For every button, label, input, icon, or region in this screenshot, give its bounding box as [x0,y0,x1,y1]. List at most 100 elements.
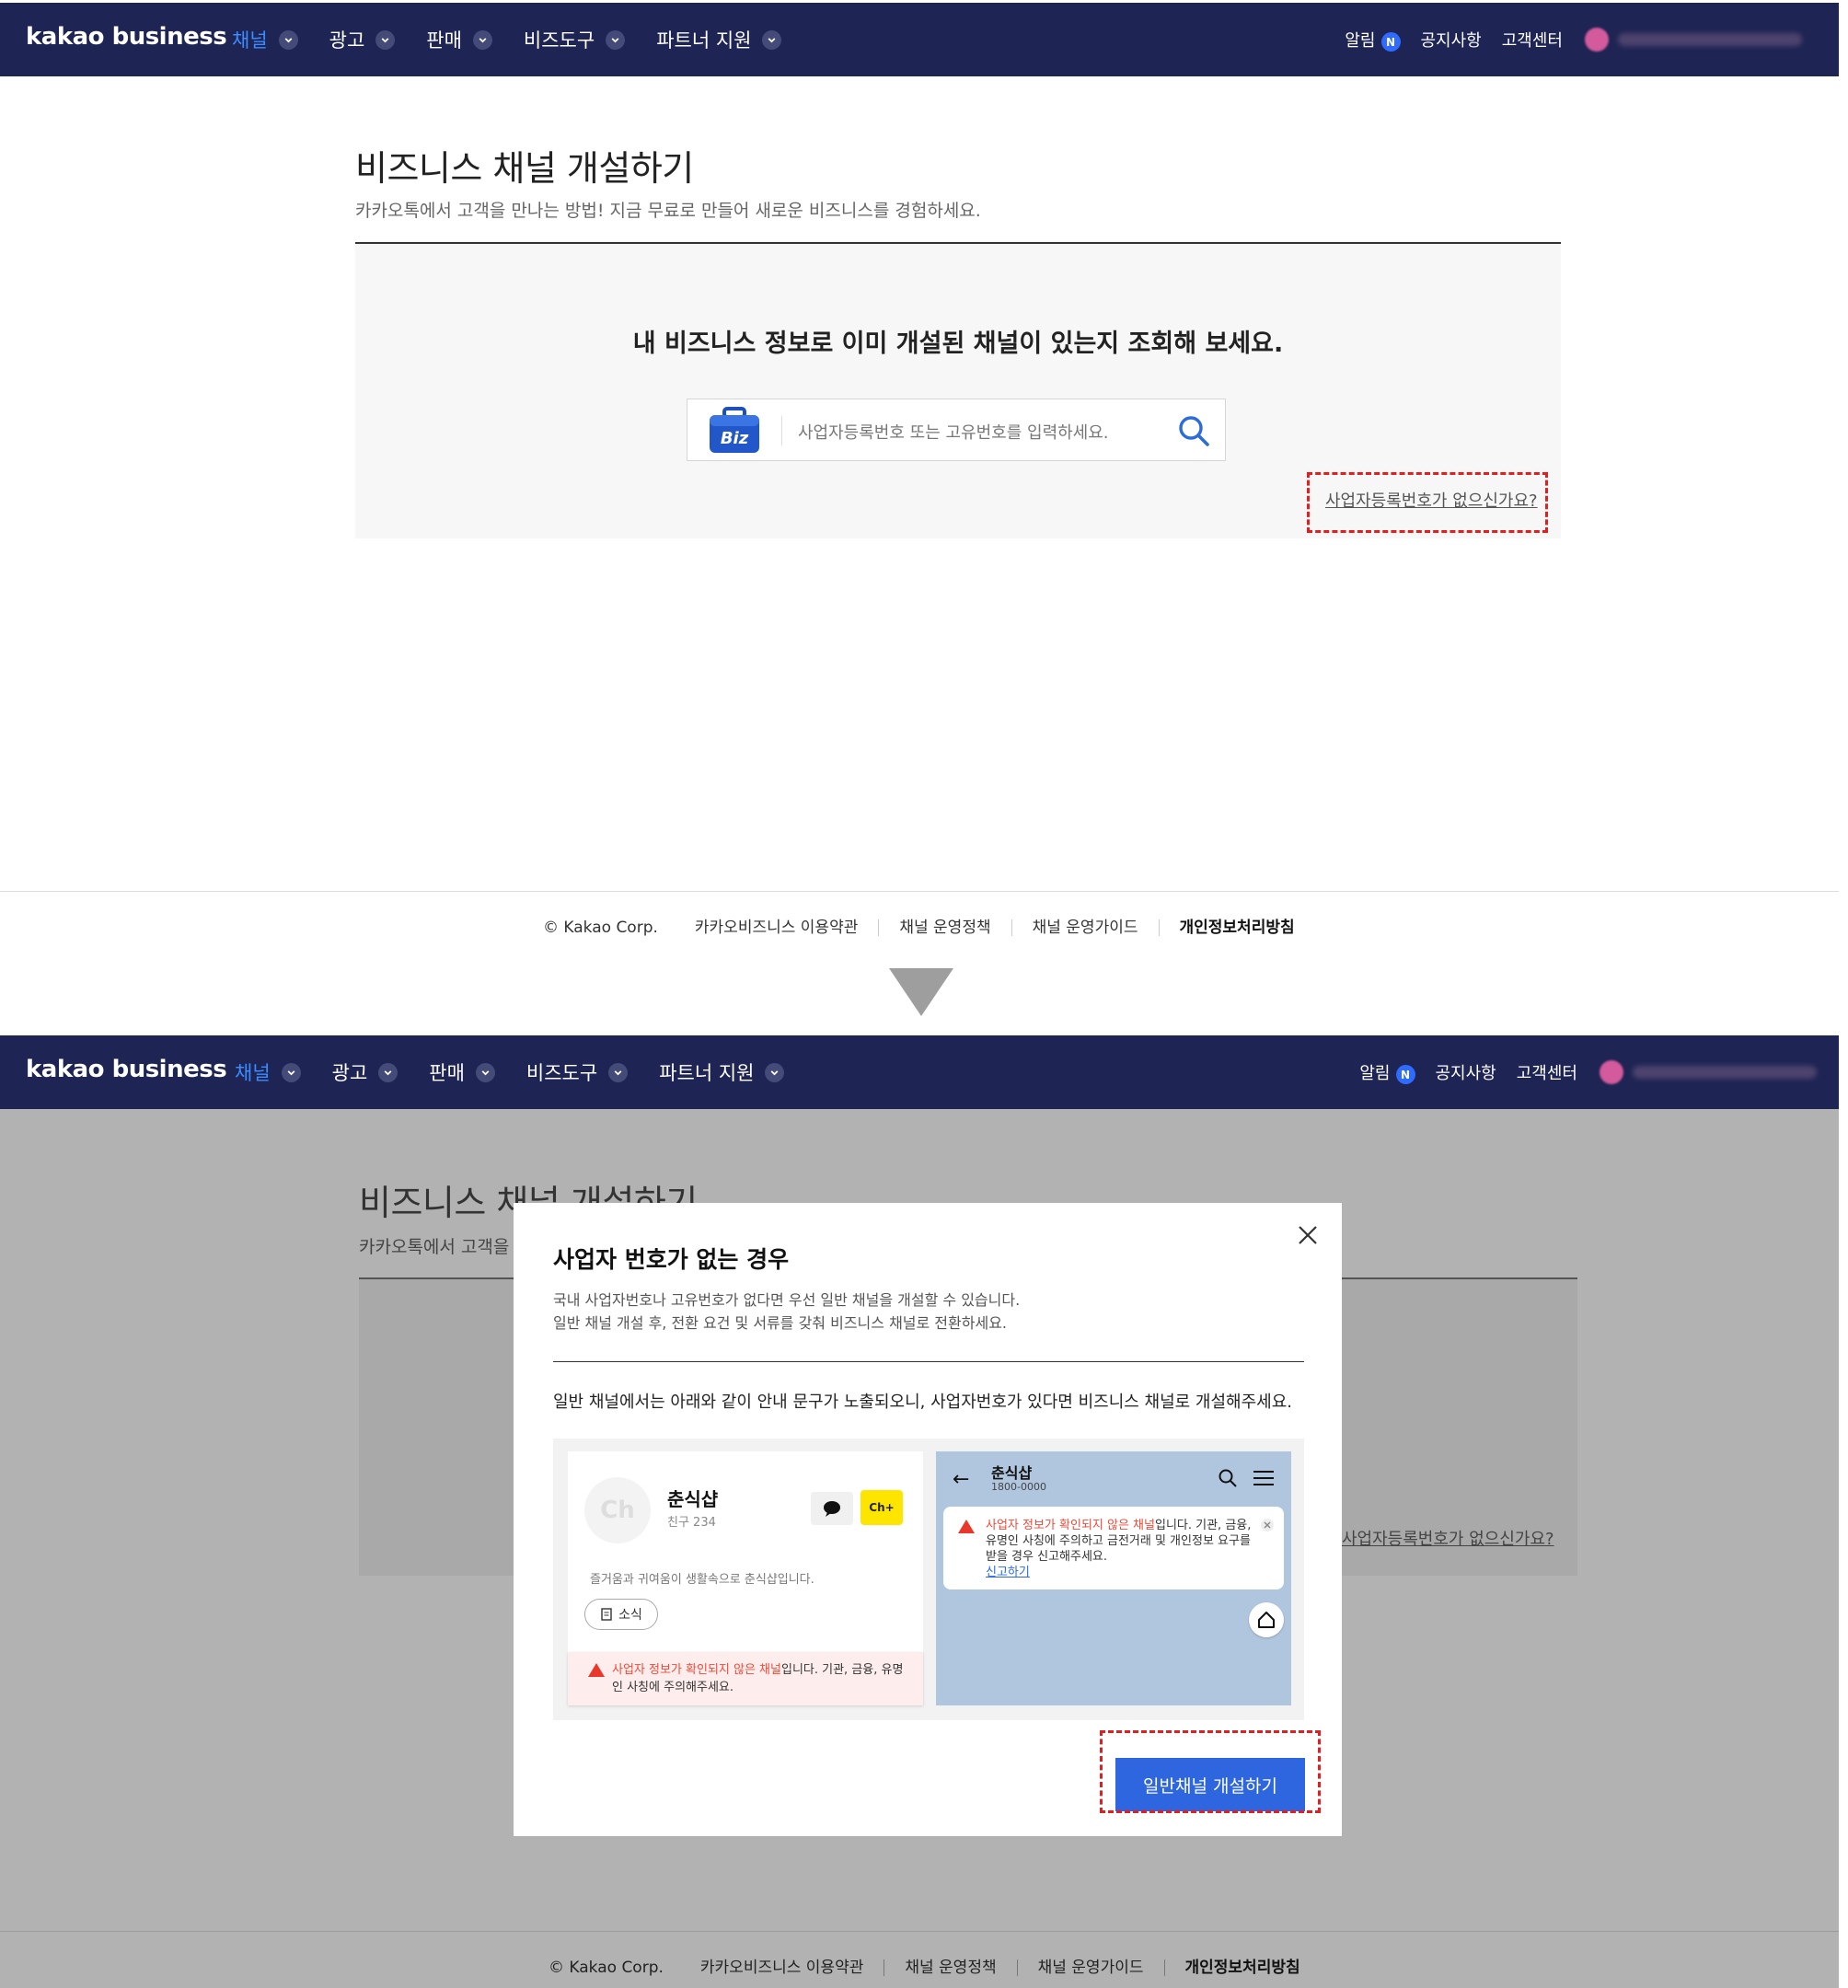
chevron-down-icon [375,29,396,50]
menu-ads[interactable]: 광고 [329,26,396,53]
biz-briefcase-icon: Biz [710,407,759,453]
footer-link-policy[interactable]: 채널 운영정책 [884,1959,1016,1976]
document-icon [601,1608,612,1621]
chevron-down-icon [378,1062,398,1082]
nav-right: 알림 N 공지사항 고객센터 [1339,1035,1817,1109]
chatroom-preview: ← 춘식샵 1800-0000 사업자 정보가 확인되지 않은 채널입니다. 기… [936,1451,1291,1705]
down-arrow-icon [889,968,953,1016]
back-arrow-icon: ← [953,1468,970,1491]
modal-description: 국내 사업자번호나 고유번호가 없다면 우선 일반 채널을 개설할 수 있습니다… [553,1289,1020,1335]
footer-link-privacy[interactable]: 개인정보처리방침 [1163,1959,1321,1976]
modal-desc-line-1: 국내 사업자번호나 고유번호가 없다면 우선 일반 채널을 개설할 수 있습니다… [553,1291,1021,1309]
warning-text: 사업자 정보가 확인되지 않은 채널입니다. 기관, 금융, 유명인 사칭에 주… [612,1661,907,1696]
speech-bubble-icon [824,1501,840,1517]
menu-partner-support[interactable]: 파트너 지원 [659,1058,785,1086]
menu-label: 비즈도구 [523,29,595,52]
hamburger-menu-icon [1253,1471,1274,1485]
chevron-down-icon [608,1062,629,1082]
footer-copyright: © Kakao Corp. [549,1959,664,1977]
menu-label: 광고 [329,29,365,52]
chat-warning-red-text: 사업자 정보가 확인되지 않은 채널 [986,1519,1155,1532]
notice-link[interactable]: 공지사항 [1421,28,1482,52]
close-circle-icon [1261,1519,1274,1531]
menu-partner-support[interactable]: 파트너 지원 [656,26,782,53]
menu-channel[interactable]: 채널 [235,1058,301,1086]
page-subtitle: 카카오톡에서 고객을 만나는 방법! 지금 무료로 만들어 새로운 비즈니스를 … [355,201,981,221]
footer-copyright: © Kakao Corp. [543,919,658,937]
notifications-link[interactable]: 알림 N [1345,28,1401,52]
close-icon[interactable] [1294,1221,1322,1249]
menu-label: 광고 [331,1062,368,1084]
menu-label: 파트너 지원 [659,1062,755,1084]
footer-divider [0,891,1839,892]
main-menu: 채널 광고 판매 비즈도구 파트너 지원 [232,3,813,76]
unverified-warning: 사업자 정보가 확인되지 않은 채널입니다. 기관, 금융, 유명인 사칭에 주… [568,1652,923,1705]
modal-note: 일반 채널에서는 아래와 같이 안내 문구가 노출되오니, 사업자번호가 있다면… [553,1393,1293,1412]
channel-name: 춘식샵 [667,1488,719,1510]
chat-warning-banner: 사업자 정보가 확인되지 않은 채널입니다. 기관, 금융, 유명인 사칭에 주… [943,1507,1284,1589]
search-question: 내 비즈니스 정보로 이미 개설된 채널이 있는지 조회해 보세요. [632,329,1284,358]
modal-desc-line-2: 일반 채널 개설 후, 전환 요건 및 서류를 갖춰 비즈니스 채널로 전환하세… [553,1314,1007,1332]
avatar[interactable] [1585,28,1609,52]
footer-link-policy[interactable]: 채널 운영정책 [878,919,1011,936]
warning-icon [958,1520,975,1533]
add-channel-button: Ch+ [860,1490,903,1525]
chat-warning-text: 사업자 정보가 확인되지 않은 채널입니다. 기관, 금융, 유명인 사칭에 주… [986,1518,1253,1580]
menu-label: 채널 [235,1062,271,1084]
menu-channel[interactable]: 채널 [232,26,298,53]
chevron-down-icon [606,29,626,50]
menu-sales[interactable]: 판매 [426,26,492,53]
menu-sales[interactable]: 판매 [429,1058,495,1086]
account-email-blurred[interactable] [1618,33,1802,46]
channel-friends: 친구 234 [667,1516,716,1530]
footer: © Kakao Corp. 카카오비즈니스 이용약관 채널 운영정책 채널 운영… [543,919,1315,937]
menu-label: 판매 [426,29,462,52]
notifications-link[interactable]: 알림 N [1359,1060,1415,1085]
kakao-business-logo[interactable]: kakao business [26,23,227,51]
footer-link-terms[interactable]: 카카오비즈니스 이용약관 [700,1959,884,1976]
kakao-business-logo[interactable]: kakao business [26,1056,227,1083]
notification-badge: N [1395,1065,1415,1085]
footer-link-guide[interactable]: 채널 운영가이드 [1011,919,1159,936]
main-menu: 채널 광고 판매 비즈도구 파트너 지원 [235,1035,815,1109]
highlight-box-no-biz-link [1307,472,1548,533]
search-box[interactable]: Biz 사업자등록번호 또는 고유번호를 입력하세요. [687,399,1226,461]
menu-label: 판매 [429,1062,465,1084]
search-input[interactable]: 사업자등록번호 또는 고유번호를 입력하세요. [798,420,1109,444]
home-icon [1258,1612,1275,1628]
channel-description: 즐거움과 귀여움이 생활속으로 춘식샵입니다. [590,1573,814,1587]
search-icon[interactable] [1177,414,1210,447]
chevron-down-icon [472,29,492,50]
channel-logo: Ch [584,1477,651,1543]
footer-link-privacy[interactable]: 개인정보처리방침 [1158,919,1315,936]
top-nav-bar-2: kakao business 채널 광고 판매 비즈도구 파트너 지원 알림 N … [0,1035,1839,1109]
chevron-down-icon [281,1062,301,1082]
page-subtitle-dimmed: 카카오톡에서 고객을 [359,1237,510,1257]
notice-link[interactable]: 공지사항 [1436,1060,1496,1084]
menu-biz-tools[interactable]: 비즈도구 [526,1058,629,1086]
footer-link-guide[interactable]: 채널 운영가이드 [1016,1959,1164,1976]
menu-ads[interactable]: 광고 [332,1058,398,1086]
chat-channel-number: 1800-0000 [991,1481,1046,1493]
account-email-blurred[interactable] [1633,1066,1817,1079]
chevron-down-icon [762,29,782,50]
avatar[interactable] [1600,1060,1623,1084]
footer-link-terms[interactable]: 카카오비즈니스 이용약관 [695,919,878,936]
chat-channel-name: 춘식샵 [991,1464,1033,1482]
chevron-down-icon [278,29,298,50]
nav-right: 알림 N 공지사항 고객센터 [1324,3,1802,76]
channel-profile-preview: Ch 춘식샵 친구 234 Ch+ 즐거움과 귀여움이 생활속으로 춘식샵입니다… [568,1451,923,1705]
chevron-down-icon [475,1062,495,1082]
chevron-down-icon [765,1062,785,1082]
no-biz-number-link-dimmed[interactable]: 사업자등록번호가 없으신가요? [1342,1526,1554,1550]
notifications-label: 알림 [1345,30,1376,51]
notifications-label: 알림 [1359,1063,1391,1083]
support-link[interactable]: 고객센터 [1517,1060,1577,1084]
menu-biz-tools[interactable]: 비즈도구 [523,26,626,53]
support-link[interactable]: 고객센터 [1502,28,1563,52]
modal-title: 사업자 번호가 없는 경우 [553,1246,790,1273]
chat-header: ← 춘식샵 1800-0000 [936,1451,1291,1501]
modal-divider [553,1361,1304,1362]
warning-red-text: 사업자 정보가 확인되지 않은 채널 [612,1663,781,1677]
page-title: 비즈니스 채널 개설하기 [355,148,694,189]
